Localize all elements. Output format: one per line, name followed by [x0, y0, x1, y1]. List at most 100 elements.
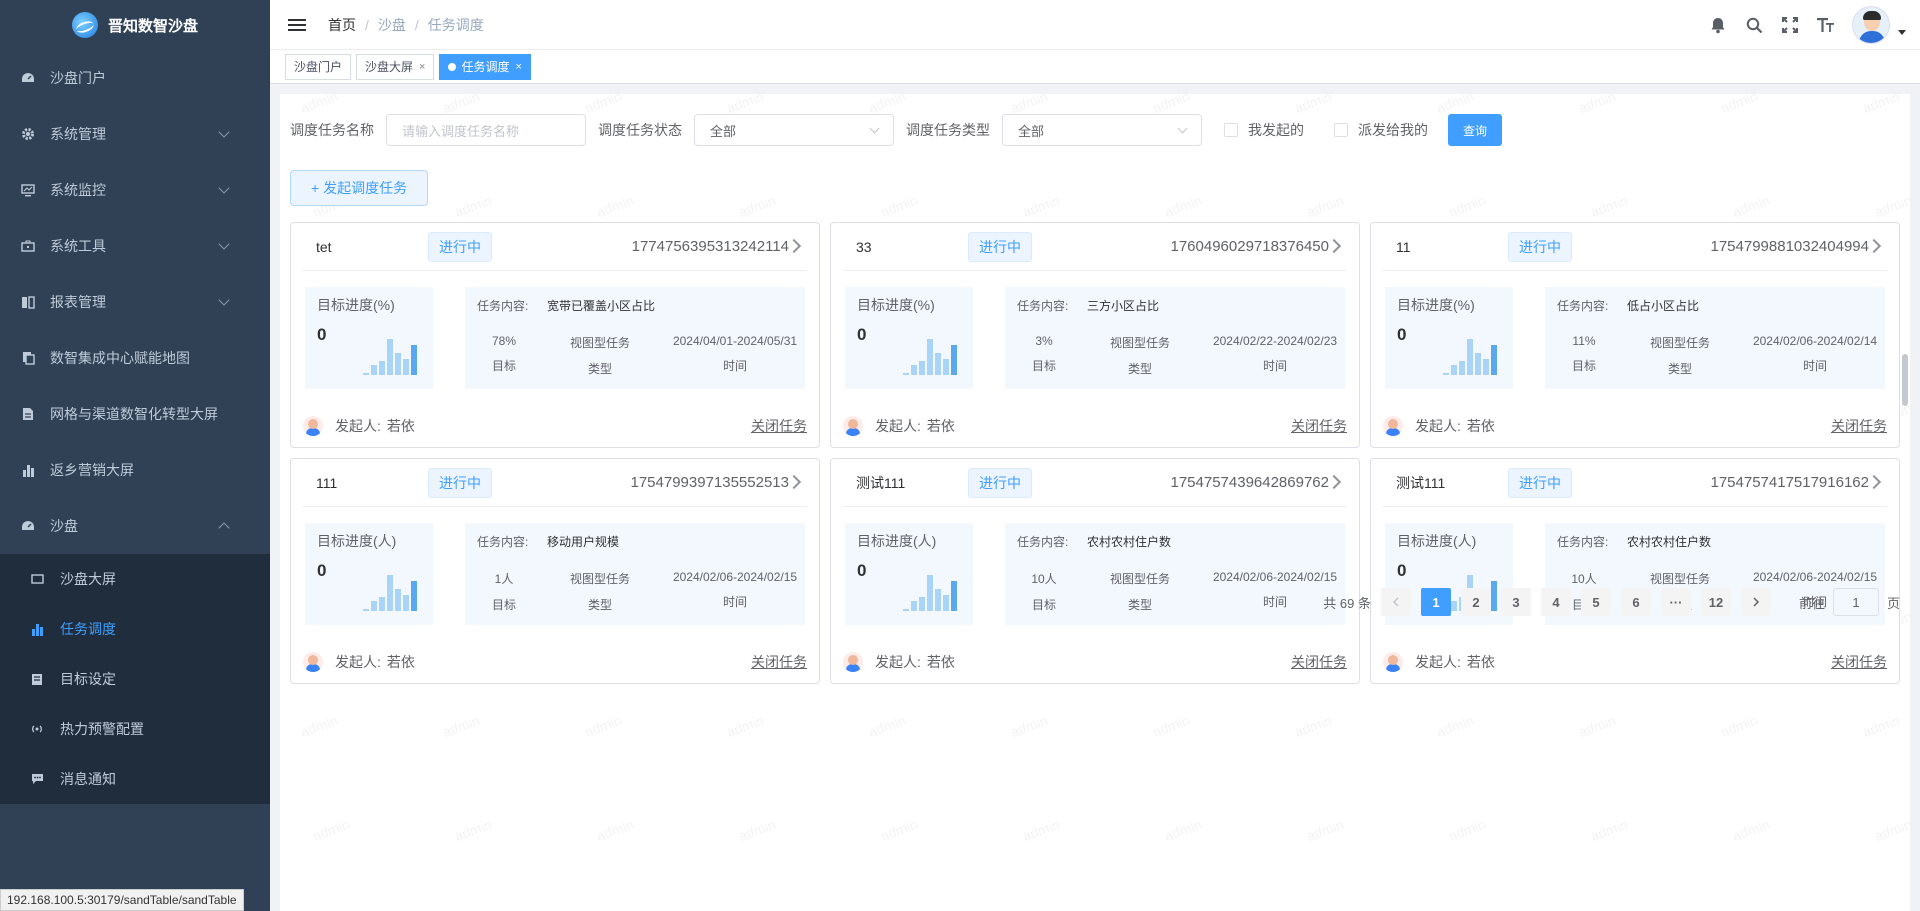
page-button[interactable]: 3	[1500, 588, 1531, 616]
progress-label: 目标进度(%)	[317, 297, 395, 313]
mini-bar-chart-icon	[361, 335, 421, 375]
fullscreen-icon[interactable]	[1780, 15, 1800, 35]
sidebar-item-1[interactable]: 系统管理	[0, 106, 270, 162]
page-button[interactable]: 12	[1700, 588, 1731, 616]
status-badge: 进行中	[428, 467, 492, 498]
sidebar-item-2[interactable]: 系统监控	[0, 162, 270, 218]
sidebar-item-7[interactable]: 返乡营销大屏	[0, 442, 270, 498]
sidebar: 晋知数智沙盘 沙盘门户 系统管理 系统监控 系统工具 报表管理 数智集成中心赋能地图 网格与…	[0, 0, 270, 911]
tag-2[interactable]: 任务调度 ×	[439, 53, 531, 80]
sidebar-item-4[interactable]: 报表管理	[0, 274, 270, 330]
sidebar-item-3[interactable]: 系统工具	[0, 218, 270, 274]
close-task-link[interactable]: 关闭任务	[1831, 652, 1887, 672]
close-task-link[interactable]: 关闭任务	[751, 416, 807, 436]
task-info-box: 任务内容:农村农村住户数10人目标视图型任务类型2024/02/06-2024/…	[1005, 523, 1345, 625]
close-icon[interactable]: ×	[515, 61, 521, 73]
close-task-link[interactable]: 关闭任务	[1831, 416, 1887, 436]
task-card[interactable]: 测试111 进行中 1754757439642869762 目标进度(人) 0 任务内容:…	[830, 458, 1360, 684]
page-button[interactable]: 1	[1420, 588, 1451, 616]
task-card[interactable]: 测试111 进行中 1754757417517916162 目标进度(人) 0 任务内容:…	[1370, 458, 1900, 684]
card-header: 33 进行中 1760496029718376450	[843, 223, 1347, 271]
task-card[interactable]: 33 进行中 1760496029718376450 目标进度(%) 0 任务内容: 三方小…	[830, 222, 1360, 448]
tag-0[interactable]: 沙盘门户	[285, 53, 352, 80]
page-jump-input[interactable]: 1	[1832, 588, 1879, 616]
mini-bar-chart-icon	[901, 571, 961, 611]
chevron-right-icon[interactable]	[1866, 474, 1882, 490]
progress-value: 0	[857, 325, 867, 344]
close-task-link[interactable]: 关闭任务	[1291, 652, 1347, 672]
task-name: 测试111	[1396, 474, 1446, 491]
chevron-right-icon[interactable]	[786, 474, 802, 490]
breadcrumb-home[interactable]: 首页	[328, 15, 356, 35]
task-name-input[interactable]: 请输入调度任务名称	[386, 114, 586, 146]
target-cell: 3% 目标	[1019, 334, 1069, 374]
next-page-button[interactable]	[1740, 588, 1771, 616]
more-pages-button[interactable]: ···	[1660, 588, 1691, 616]
task-status-select[interactable]: 全部	[694, 114, 894, 146]
target-value: 78%	[491, 334, 517, 348]
assigned-to-me-checkbox[interactable]: 派发给我的	[1334, 120, 1428, 140]
task-type-select[interactable]: 全部	[1002, 114, 1202, 146]
task-card[interactable]: 111 进行中 1754799397135552513 目标进度(人) 0 任务内容: 移动…	[290, 458, 820, 684]
chevron-right-icon[interactable]	[1866, 238, 1882, 254]
close-task-link[interactable]: 关闭任务	[751, 652, 807, 672]
query-button[interactable]: 查询	[1448, 114, 1503, 146]
status-badge: 进行中	[1508, 231, 1572, 262]
progress-box: 目标进度(%) 0	[1385, 287, 1513, 389]
initiator-name: 若依	[386, 418, 415, 434]
submenu-item-1[interactable]: 任务调度	[0, 604, 270, 654]
user-avatar[interactable]	[1852, 6, 1890, 44]
chevron-down-icon[interactable]	[1898, 29, 1906, 35]
task-card[interactable]: tet 进行中 1774756395313242114 目标进度(%) 0 任务内容: 宽带…	[290, 222, 820, 448]
close-task-link[interactable]: 关闭任务	[1291, 416, 1347, 436]
prev-page-button[interactable]	[1380, 588, 1411, 616]
hamburger-menu-icon[interactable]	[288, 16, 306, 34]
submenu-item-4[interactable]: 消息通知	[0, 754, 270, 804]
chevron-down-icon	[218, 294, 230, 306]
chevron-down-icon	[1177, 123, 1188, 133]
close-icon[interactable]: ×	[419, 61, 425, 73]
watermark-text: admin	[1008, 711, 1050, 741]
watermark-text: admin	[1020, 191, 1062, 221]
sidebar-item-5[interactable]: 数智集成中心赋能地图	[0, 330, 270, 386]
watermark-text: admin	[310, 815, 352, 845]
sidebar-item-6[interactable]: 网格与渠道数智化转型大屏	[0, 386, 270, 442]
search-icon[interactable]	[1744, 15, 1764, 35]
status-badge: 进行中	[1508, 467, 1572, 498]
time-value: 2024/02/22-2024/02/23	[1212, 334, 1338, 348]
page-button[interactable]: 5	[1580, 588, 1611, 616]
chevron-down-icon	[218, 182, 230, 194]
create-task-button[interactable]: + 发起调度任务	[290, 170, 429, 206]
chevron-right-icon[interactable]	[786, 238, 802, 254]
progress-box: 目标进度(%) 0	[845, 287, 973, 389]
watermark-text: admin	[452, 815, 494, 845]
page-button[interactable]: 4	[1540, 588, 1571, 616]
initiator-label: 发起人:	[1415, 654, 1461, 670]
submenu-item-0[interactable]: 沙盘大屏	[0, 554, 270, 604]
tag-1[interactable]: 沙盘大屏 ×	[356, 53, 435, 80]
chevron-right-icon[interactable]	[1326, 474, 1342, 490]
watermark-text: admin	[878, 815, 920, 845]
font-size-icon[interactable]	[1816, 15, 1836, 35]
app-logo[interactable]: 晋知数智沙盘	[0, 0, 270, 50]
sidebar-item-8[interactable]: 沙盘	[0, 498, 270, 554]
sidebar-item-0[interactable]: 沙盘门户	[0, 50, 270, 106]
progress-box: 目标进度(人) 0	[845, 523, 973, 625]
initiated-by-me-checkbox[interactable]: 我发起的	[1224, 120, 1304, 140]
progress-label: 目标进度(人)	[1397, 533, 1477, 549]
page-button[interactable]: 6	[1620, 588, 1651, 616]
content-label: 任务内容:	[1017, 299, 1069, 313]
initiator-label: 发起人:	[335, 654, 381, 670]
content-value: 低占小区占比	[1627, 299, 1700, 313]
watermark-text: admin	[452, 191, 494, 221]
task-card[interactable]: 11 进行中 1754799881032404994 目标进度(%) 0 任务内容: 低占小…	[1370, 222, 1900, 448]
task-name: 111	[316, 474, 338, 491]
scrollbar-thumb[interactable]	[1902, 354, 1908, 406]
submenu-item-2[interactable]: 目标设定	[0, 654, 270, 704]
progress-label: 目标进度(人)	[317, 533, 397, 549]
page-button[interactable]: 2	[1460, 588, 1491, 616]
target-value: 10人	[1571, 572, 1597, 586]
bell-icon[interactable]	[1708, 15, 1728, 35]
chevron-right-icon[interactable]	[1326, 238, 1342, 254]
submenu-item-3[interactable]: 热力预警配置	[0, 704, 270, 754]
